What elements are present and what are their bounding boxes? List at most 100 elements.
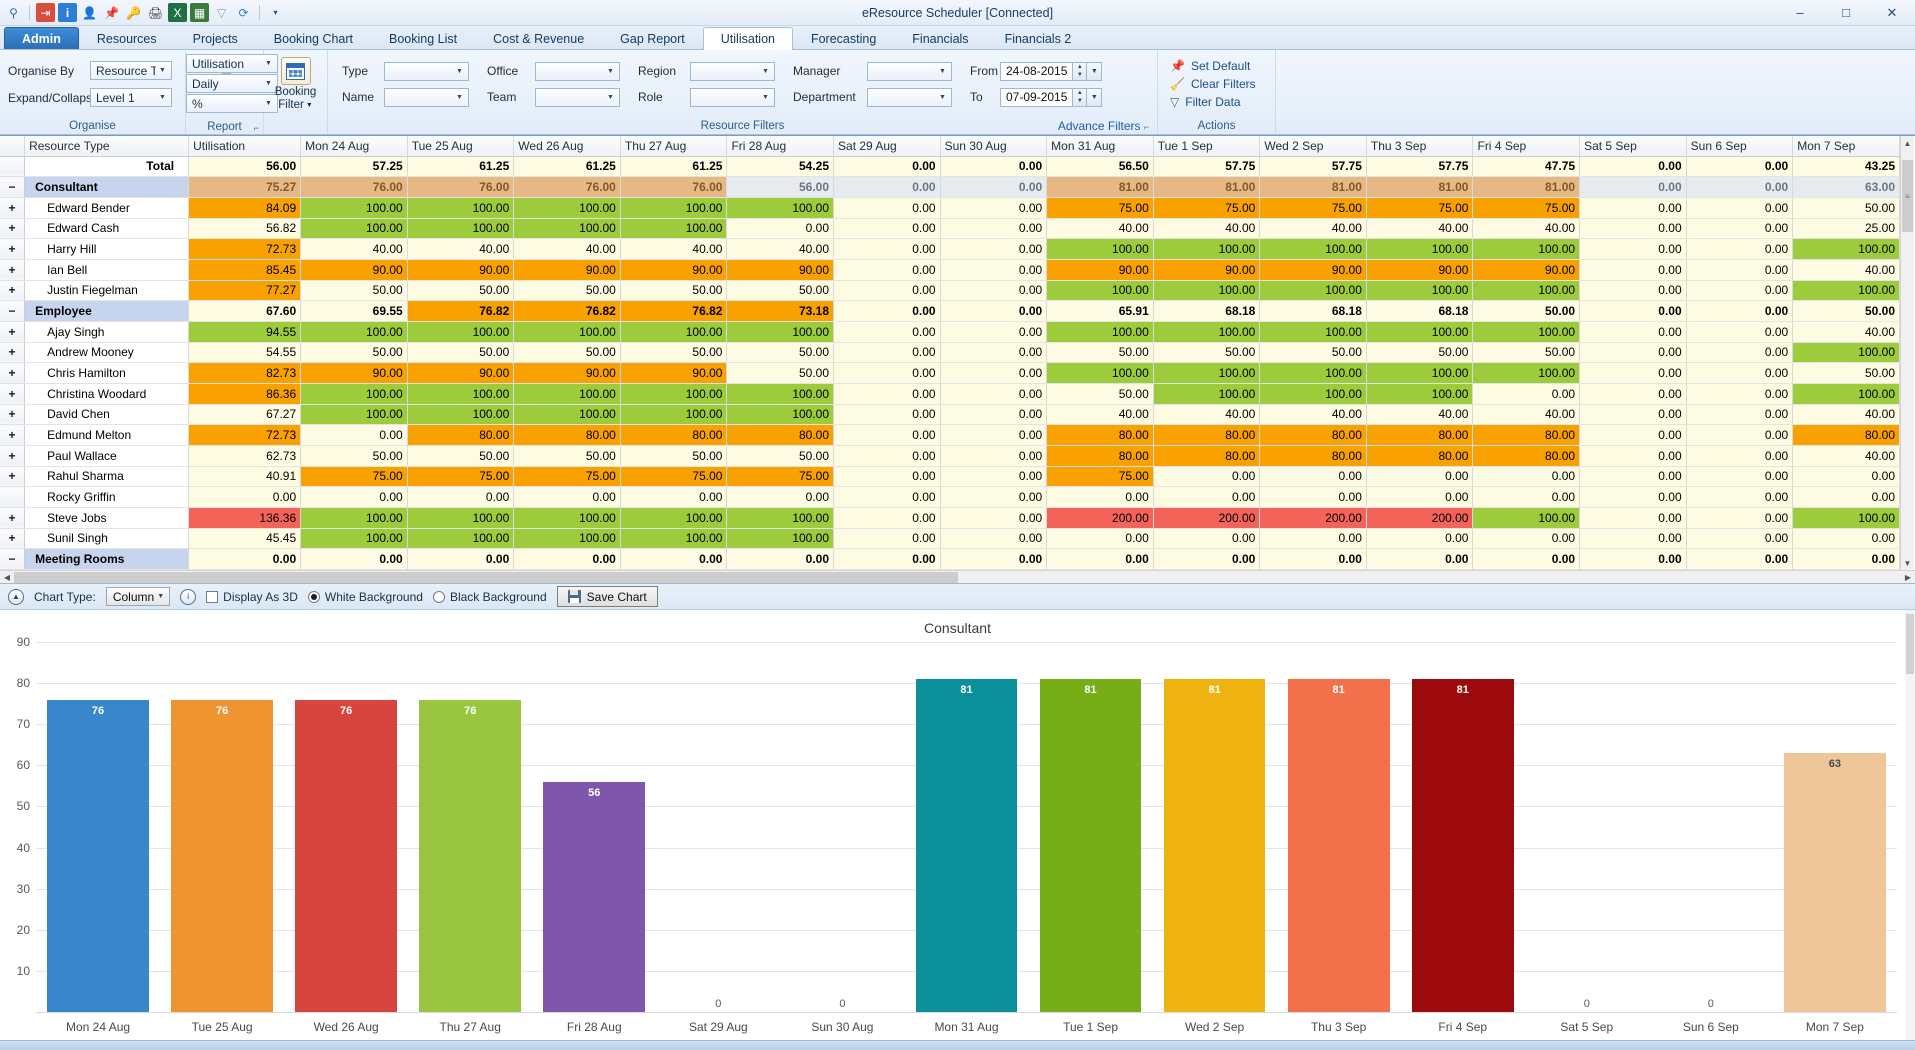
row-expand-icon[interactable]: + [0,321,26,343]
cell-value[interactable]: 0.00 [1579,238,1687,260]
cell-value[interactable]: 76.00 [513,176,621,198]
chevron-down-icon[interactable]: ▼ [453,68,466,75]
scroll-down-icon[interactable]: ▼ [1901,556,1914,570]
cell-value[interactable]: 0.00 [1686,300,1794,322]
cell-value[interactable]: 0.00 [1579,486,1687,508]
cell-value[interactable]: 0.00 [940,197,1048,219]
cell-value[interactable]: 100.00 [1153,238,1261,260]
cell-value[interactable]: 100.00 [1153,362,1261,384]
team-combo[interactable]: ▼ [535,87,620,107]
cell-value[interactable]: 100.00 [1366,362,1474,384]
cell-value[interactable]: 100.00 [1153,280,1261,302]
cell-value[interactable]: 0.00 [1153,548,1261,570]
display-3d-checkbox[interactable]: Display As 3D [206,590,298,604]
cell-value[interactable]: 0.00 [940,486,1048,508]
cell-value[interactable]: 80.00 [1046,424,1154,446]
chart-bar[interactable]: 81 [1163,679,1266,1012]
cell-value[interactable]: 75.00 [1153,197,1261,219]
cell-value[interactable]: 100.00 [726,321,835,343]
cell-value[interactable]: 90.00 [407,259,515,281]
cell-value[interactable]: 40.00 [1259,218,1367,240]
cell-value[interactable]: 0.00 [1153,466,1261,488]
cell-value[interactable]: 57.75 [1153,156,1261,178]
cell-value[interactable]: 0.00 [833,218,941,240]
cell-value[interactable]: 0.00 [1366,548,1474,570]
cell-value[interactable]: 100.00 [1259,321,1367,343]
chart-bar-cell[interactable]: 81 [1029,642,1153,1012]
scroll-left-icon[interactable]: ◀ [0,573,14,582]
cell-value[interactable]: 40.00 [620,238,728,260]
table-row[interactable]: + Andrew Mooney 54.55 50.00 50.00 50.00 50.00 5… [0,342,1900,364]
chart-bar[interactable]: 81 [1039,679,1142,1012]
advance-filters-link[interactable]: Advance Filters ⌐ [1058,118,1149,135]
cell-value[interactable]: 0.00 [1579,548,1687,570]
logout-icon[interactable]: ⇥ [36,3,55,22]
cell-value[interactable]: 45.45 [188,528,302,550]
table-row[interactable]: + Edmund Melton 72.73 0.00 80.00 80.00 80.00 80… [0,424,1900,446]
table-row[interactable]: + Sunil Singh 45.45 100.00 100.00 100.00 100.0… [0,528,1900,550]
to-date-spinner[interactable]: 07-09-2015 ▲ ▼ ▼ [1000,87,1103,107]
cell-value[interactable]: 0.00 [620,548,728,570]
cell-value[interactable]: 100.00 [1366,238,1474,260]
cell-value[interactable]: 0.00 [940,238,1048,260]
table-row[interactable]: − Employee 67.60 69.55 76.82 76.82 76.82 73.18 0… [0,300,1900,322]
cell-value[interactable]: 50.00 [726,280,835,302]
cell-value[interactable]: 0.00 [1686,342,1794,364]
cell-value[interactable]: 100.00 [726,507,835,529]
cell-value[interactable]: 50.00 [1153,342,1261,364]
cell-value[interactable]: 100.00 [407,528,515,550]
cell-value[interactable]: 50.00 [1472,342,1581,364]
cell-value[interactable]: 82.73 [188,362,302,384]
department-combo[interactable]: ▼ [867,87,952,107]
cell-value[interactable]: 0.00 [940,445,1048,467]
cell-value[interactable]: 0.00 [1579,300,1687,322]
print-icon[interactable]: 🖨 [146,3,165,22]
table-row[interactable]: + Christina Woodard 86.36 100.00 100.00 100.0… [0,383,1900,405]
cell-value[interactable]: 50.00 [1366,342,1474,364]
cell-value[interactable]: 100.00 [1792,383,1900,405]
cell-value[interactable]: 94.55 [188,321,302,343]
cell-value[interactable]: 0.00 [833,383,941,405]
chevron-down-icon[interactable]: ▼ [156,94,169,101]
cell-value[interactable]: 80.00 [407,424,515,446]
cell-value[interactable]: 100.00 [1792,280,1900,302]
col-date[interactable]: Thu 3 Sep [1366,136,1474,157]
chart-bar-cell[interactable]: 76 [36,642,160,1012]
cell-value[interactable]: 0.00 [407,486,515,508]
cell-value[interactable]: 200.00 [1046,507,1154,529]
cell-value[interactable]: 40.00 [1046,218,1154,240]
user-icon[interactable]: 👤 [80,3,99,22]
chevron-up-icon[interactable]: ▲ [8,588,24,605]
col-date[interactable]: Tue 25 Aug [407,136,515,157]
cell-value[interactable]: 100.00 [513,321,621,343]
cell-value[interactable]: 0.00 [1686,259,1794,281]
dialog-launcher-icon[interactable]: ⌐ [1144,122,1149,132]
cell-value[interactable]: 0.00 [1472,548,1581,570]
cell-value[interactable]: 200.00 [1259,507,1367,529]
info-icon[interactable]: i [180,588,197,605]
cell-value[interactable]: 50.00 [407,342,515,364]
cell-value[interactable]: 0.00 [1792,528,1900,550]
cell-value[interactable]: 84.09 [188,197,302,219]
cell-value[interactable]: 50.00 [620,342,728,364]
col-date[interactable]: Sun 6 Sep [1686,136,1794,157]
tab-utilisation[interactable]: Utilisation [702,27,793,50]
cell-value[interactable]: 0.00 [1472,528,1581,550]
cell-value[interactable]: 0.00 [1579,259,1687,281]
cell-value[interactable]: 40.00 [1153,218,1261,240]
cell-value[interactable]: 0.00 [1472,486,1581,508]
cell-value[interactable]: 100.00 [300,507,408,529]
cell-value[interactable]: 200.00 [1153,507,1261,529]
cell-value[interactable]: 80.00 [726,424,835,446]
from-date-spinner[interactable]: 24-08-2015 ▲ ▼ ▼ [1000,61,1103,81]
board-icon[interactable]: ▦ [190,3,209,22]
cell-value[interactable]: 0.00 [1686,548,1794,570]
cell-value[interactable]: 80.00 [1366,424,1474,446]
from-date-value[interactable]: 24-08-2015 [1001,63,1072,80]
cell-value[interactable]: 0.00 [1259,466,1367,488]
cell-value[interactable]: 0.00 [1046,548,1154,570]
cell-value[interactable]: 43.25 [1792,156,1900,178]
cell-value[interactable]: 0.00 [1153,486,1261,508]
cell-value[interactable]: 50.00 [1792,300,1900,322]
table-row[interactable]: Rocky Griffin 0.00 0.00 0.00 0.00 0.00 0.00 0.0… [0,486,1900,508]
